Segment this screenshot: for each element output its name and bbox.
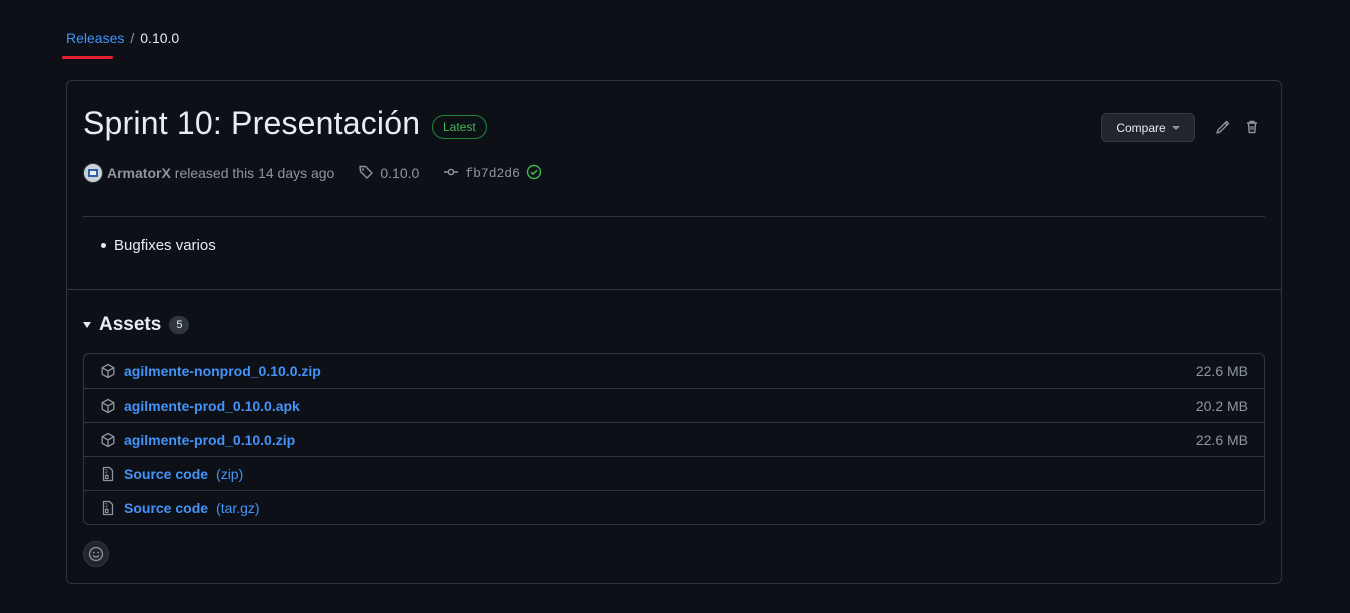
breadcrumb: Releases / 0.10.0 bbox=[66, 30, 179, 46]
asset-size: 20.2 MB bbox=[1195, 397, 1248, 414]
check-circle-icon bbox=[526, 164, 542, 183]
asset-name-link[interactable]: Source code bbox=[124, 466, 208, 482]
asset-list: agilmente-nonprod_0.10.0.zip 22.6 MB agi… bbox=[83, 353, 1265, 525]
breadcrumb-separator: / bbox=[130, 30, 135, 46]
asset-row[interactable]: Source code (tar.gz) bbox=[84, 490, 1264, 524]
asset-row[interactable]: agilmente-prod_0.10.0.apk 20.2 MB bbox=[84, 388, 1264, 422]
tag-link[interactable]: 0.10.0 bbox=[358, 164, 419, 183]
release-card: Sprint 10: Presentación Latest Compare A… bbox=[66, 80, 1282, 584]
divider bbox=[67, 289, 1281, 290]
assets-header[interactable]: Assets 5 bbox=[83, 314, 190, 336]
released-text: released this 14 days ago bbox=[174, 165, 335, 181]
bullet bbox=[101, 243, 106, 248]
author-link[interactable]: ArmatorX bbox=[107, 165, 171, 181]
package-icon bbox=[100, 398, 116, 414]
compare-button[interactable]: Compare bbox=[1101, 113, 1195, 142]
avatar[interactable] bbox=[83, 163, 103, 183]
asset-row[interactable]: agilmente-prod_0.10.0.zip 22.6 MB bbox=[84, 422, 1264, 456]
release-meta: ArmatorX released this 14 days ago 0.10.… bbox=[83, 163, 542, 183]
tag-label: 0.10.0 bbox=[380, 165, 420, 181]
package-icon bbox=[100, 363, 116, 379]
release-title: Sprint 10: Presentación bbox=[83, 105, 421, 141]
divider bbox=[83, 216, 1265, 217]
asset-format-link[interactable]: (tar.gz) bbox=[216, 500, 260, 516]
add-reaction-button[interactable] bbox=[83, 541, 109, 567]
pencil-icon[interactable] bbox=[1215, 119, 1233, 137]
assets-title: Assets bbox=[99, 314, 162, 335]
releases-link[interactable]: Releases bbox=[66, 30, 124, 46]
file-zip-icon bbox=[100, 500, 116, 516]
trash-icon[interactable] bbox=[1244, 119, 1262, 137]
latest-badge: Latest bbox=[432, 115, 487, 139]
git-commit-icon bbox=[443, 164, 459, 183]
assets-count-badge: 5 bbox=[169, 316, 190, 334]
asset-row[interactable]: Source code (zip) bbox=[84, 456, 1264, 490]
annotation-underline bbox=[62, 56, 113, 59]
breadcrumb-current: 0.10.0 bbox=[140, 30, 180, 46]
release-notes: Bugfixes varios bbox=[101, 237, 216, 254]
asset-size: 22.6 MB bbox=[1195, 431, 1248, 448]
commit-hash: fb7d2d6 bbox=[465, 165, 520, 181]
asset-format-link[interactable]: (zip) bbox=[216, 466, 243, 482]
smiley-icon bbox=[88, 546, 104, 562]
note-item: Bugfixes varios bbox=[114, 237, 216, 254]
commit-link[interactable]: fb7d2d6 bbox=[443, 164, 542, 183]
tag-icon bbox=[358, 164, 374, 183]
asset-name-link[interactable]: agilmente-nonprod_0.10.0.zip bbox=[124, 363, 321, 379]
asset-name-link[interactable]: agilmente-prod_0.10.0.zip bbox=[124, 432, 295, 448]
package-icon bbox=[100, 432, 116, 448]
compare-label: Compare bbox=[1116, 120, 1166, 135]
asset-name-link[interactable]: agilmente-prod_0.10.0.apk bbox=[124, 398, 300, 414]
asset-size: 22.6 MB bbox=[1195, 363, 1248, 379]
file-zip-icon bbox=[100, 466, 116, 482]
asset-name-link[interactable]: Source code bbox=[124, 500, 208, 516]
triangle-down-icon[interactable] bbox=[83, 322, 91, 328]
asset-row[interactable]: agilmente-nonprod_0.10.0.zip 22.6 MB bbox=[84, 354, 1264, 388]
caret-down-icon bbox=[1171, 125, 1180, 130]
